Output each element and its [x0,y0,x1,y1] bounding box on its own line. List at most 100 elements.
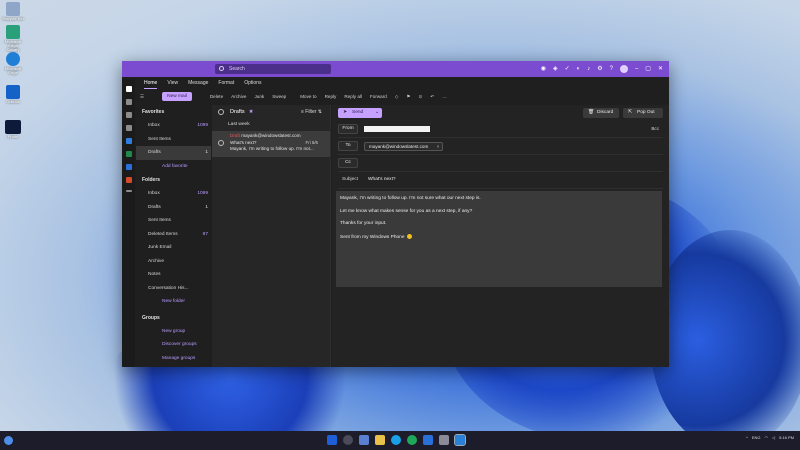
edge-taskbar-icon[interactable] [391,435,401,445]
file-explorer-icon[interactable] [375,435,385,445]
reply-all-button[interactable]: Reply all [344,94,362,99]
speaker-icon[interactable]: ◁ [772,435,775,440]
search-input[interactable]: Search [215,64,331,74]
people-icon[interactable] [125,112,132,118]
hamburger-icon[interactable]: ☰ [140,94,144,100]
pin-icon[interactable]: ⊙ [418,94,422,100]
list-item[interactable]: Draft mayank@windowslatest.com What's ne… [212,131,330,157]
desktop-icon-edge-canary[interactable]: Microsoft Edge Canary [2,25,24,52]
new-mail-button[interactable]: New mail [162,92,192,101]
desktop-icon-photo[interactable]: Photo [2,120,24,139]
minimize-button[interactable]: – [635,64,638,74]
star-icon[interactable]: ★ [249,109,254,115]
mail-icon[interactable] [125,86,132,92]
outlook-icon [6,85,20,99]
more-icon[interactable]: … [442,94,447,99]
compose-toolbar: ➤ Send ⌄ 🗑 Discard ⇱ Pop Out [332,105,669,121]
close-button[interactable]: ✕ [658,64,663,74]
remove-recipient-icon[interactable]: × [437,143,440,150]
maximize-button[interactable]: ▢ [645,64,651,74]
message-body[interactable]: Mayank, I'm writing to follow up. I'm no… [336,191,662,287]
wifi-icon[interactable]: ◠ [765,435,769,440]
excel-icon[interactable] [125,151,132,157]
desktop-icon-edge[interactable]: Microsoft Edge [2,52,24,75]
outlook-taskbar-icon[interactable] [454,434,466,446]
folders-header[interactable]: Folders [136,173,211,187]
todo-app-icon[interactable] [125,138,132,144]
cc-button[interactable]: Cc [338,158,358,168]
discard-button[interactable]: 🗑 Discard [583,108,619,118]
search-taskbar-icon[interactable] [343,435,353,445]
folder-item-sent[interactable]: Sent Items [136,133,211,147]
send-button[interactable]: ➤ Send ⌄ [338,108,382,118]
reply-button[interactable]: Reply [325,94,337,99]
sweep-button[interactable]: Sweep [272,94,286,99]
folder-item-deleted[interactable]: Deleted Items 87 [136,228,211,242]
folder-item-drafts[interactable]: Drafts 1 [136,146,211,160]
junk-button[interactable]: Junk [254,94,264,99]
tab-message[interactable]: Message [188,78,208,89]
tab-view[interactable]: View [167,78,178,89]
more-apps-icon[interactable] [125,190,132,192]
edge-canary-taskbar-icon[interactable] [407,435,417,445]
clock[interactable]: 5:16 PM [779,435,794,440]
pop-out-button[interactable]: ⇱ Pop Out [623,108,663,118]
new-group-link[interactable]: New group [136,325,211,339]
tab-format[interactable]: Format [218,78,234,89]
desktop-icon-recycle-bin[interactable]: Recycle Bin [2,2,24,21]
desktop-icon-outlook[interactable]: Outlook [2,85,24,104]
delete-button[interactable]: Delete [210,94,223,99]
subject-input[interactable]: What's next? [368,177,396,182]
task-view-icon[interactable] [359,435,369,445]
settings-icon[interactable] [439,435,449,445]
help-icon[interactable]: ? [610,64,613,74]
select-checkbox[interactable] [218,140,224,146]
calendar-icon[interactable] [125,99,132,105]
select-all-checkbox[interactable] [218,109,224,115]
flag-icon[interactable]: ⚑ [406,94,410,100]
megaphone-icon[interactable]: ◐ [577,64,581,74]
manage-groups-link[interactable]: Manage groups [136,352,211,366]
weather-icon[interactable] [4,436,13,445]
favorites-header[interactable]: Favorites [136,105,211,119]
filter-button[interactable]: ≡ Filter ⇅ [301,105,322,119]
teams-icon[interactable]: ◈ [553,64,558,74]
to-button[interactable]: To [338,141,358,151]
tab-home[interactable]: Home [144,78,158,89]
groups-header[interactable]: Groups [136,311,211,325]
chevron-up-icon[interactable]: ^ [746,435,748,440]
discover-groups-link[interactable]: Discover groups [136,338,211,352]
gear-icon[interactable]: ⚙ [597,64,602,74]
archive-button[interactable]: Archive [231,94,246,99]
folder-item-inbox[interactable]: Inbox 1099 [136,119,211,133]
folder-item-junk[interactable]: Junk Email [136,241,211,255]
forward-button[interactable]: Forward [370,94,387,99]
new-folder-link[interactable]: New folder [136,295,211,309]
folder-item-archive[interactable]: Archive [136,255,211,269]
from-field[interactable] [364,126,430,132]
folder-item-notes[interactable]: Notes [136,268,211,282]
folder-item-inbox[interactable]: Inbox 1099 [136,187,211,201]
powerpoint-icon[interactable] [125,177,132,183]
from-button[interactable]: From [338,124,358,134]
bcc-button[interactable]: Bcc [651,126,659,131]
chevron-down-icon[interactable]: ⌄ [375,108,379,118]
start-icon[interactable] [327,435,337,445]
add-favorite-link[interactable]: Add favorite [136,160,211,174]
avatar[interactable] [619,65,628,73]
tab-options[interactable]: Options [244,78,261,89]
folder-pane: Favorites Inbox 1099 Sent Items Drafts 1 A… [136,105,211,367]
recipient-chip[interactable]: mayank@windowslatest.com × [364,142,444,151]
folder-item-drafts[interactable]: Drafts 1 [136,201,211,215]
store-icon[interactable] [423,435,433,445]
word-icon[interactable] [125,164,132,170]
bell-icon[interactable]: ♪ [587,64,590,74]
skype-icon[interactable]: ◉ [541,64,546,74]
tag-icon[interactable]: ◇ [395,94,399,100]
move-to-button[interactable]: Move to [300,94,316,99]
folder-item-sent[interactable]: Sent Items [136,214,211,228]
folder-item-conversation-history[interactable]: Conversation His... [136,282,211,296]
paperclip-icon[interactable] [125,125,132,131]
undo-icon[interactable]: ↶ [430,94,434,100]
todo-icon[interactable]: ✓ [565,64,570,74]
